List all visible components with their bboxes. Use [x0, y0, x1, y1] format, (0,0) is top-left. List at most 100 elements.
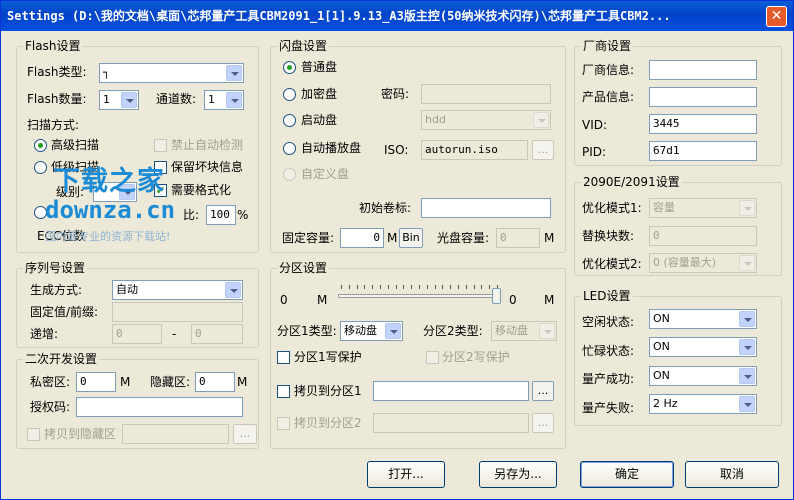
partition1-wp-checkbox[interactable] — [277, 351, 290, 364]
serial-inc-from-input[interactable]: 0 — [112, 324, 162, 344]
private-area-input[interactable]: 0 — [76, 372, 116, 392]
fixed-capacity-input[interactable]: 0 — [340, 228, 384, 248]
partition1-type-label: 分区1类型: — [277, 324, 337, 338]
replace-blocks-input[interactable]: 0 — [649, 226, 757, 246]
opt-mode1-select[interactable]: 容量 — [649, 198, 757, 218]
serial-inc-label: 递增: — [30, 327, 59, 341]
encrypted-disk-label: 加密盘 — [301, 87, 338, 101]
copy-partition2-browse-button[interactable]: ... — [532, 413, 554, 433]
pid-input[interactable]: 67d1 — [649, 141, 757, 161]
led-fail-value: 2 Hz — [653, 397, 678, 410]
chevron-down-icon — [739, 200, 755, 216]
led-fail-select[interactable]: 2 Hz — [649, 394, 757, 414]
partition2-wp-checkbox[interactable] — [426, 351, 439, 364]
chevron-down-icon — [533, 112, 549, 128]
serial-gen-label: 生成方式: — [30, 283, 83, 297]
product-info-input[interactable] — [649, 87, 757, 107]
keep-bad-block-label: 保留坏块信息 — [171, 160, 244, 174]
boot-type-select[interactable]: hdd — [421, 110, 551, 130]
partition-left-unit: M — [317, 293, 328, 307]
partition2-type-select[interactable]: 移动盘 — [491, 321, 557, 341]
private-area-unit: M — [120, 375, 131, 389]
copy-partition1-checkbox[interactable] — [277, 385, 290, 398]
iso-browse-button[interactable]: ... — [532, 140, 554, 160]
chevron-down-icon — [739, 339, 755, 355]
encrypted-disk-radio[interactable] — [283, 88, 296, 101]
copy-partition2-path-input[interactable] — [373, 413, 529, 433]
led-success-select[interactable]: ON — [649, 366, 757, 386]
cd-capacity-unit: M — [544, 231, 555, 245]
partition-slider-track[interactable] — [338, 294, 498, 298]
cd-capacity-label: 光盘容量: — [437, 231, 490, 245]
chevron-down-icon — [385, 323, 401, 339]
boot-disk-label: 启动盘 — [301, 113, 338, 127]
iso-label: ISO: — [384, 143, 409, 157]
cd-capacity-input[interactable]: 0 — [496, 228, 540, 248]
udisk-group-title: 闪盘设置 — [277, 39, 330, 53]
serial-fixed-label: 固定值/前缀: — [30, 305, 99, 319]
chevron-down-icon — [739, 311, 755, 327]
scan-low-radio[interactable] — [34, 161, 47, 174]
volume-label-input[interactable] — [421, 198, 551, 218]
copy-hidden-checkbox[interactable] — [27, 428, 40, 441]
password-input[interactable] — [421, 84, 551, 104]
slider-tick — [380, 285, 381, 289]
need-format-label: 需要格式化 — [171, 183, 232, 197]
led-busy-select[interactable]: ON — [649, 337, 757, 357]
boot-disk-radio[interactable] — [283, 114, 296, 127]
slider-tick — [442, 285, 444, 289]
save-as-button[interactable]: 另存为... — [479, 461, 557, 488]
channel-count-value: 1 — [208, 93, 215, 106]
slider-tick — [426, 285, 428, 289]
copy-hidden-path-input[interactable] — [122, 424, 229, 444]
slider-tick — [434, 285, 436, 289]
disable-auto-detect-checkbox[interactable] — [154, 139, 167, 152]
partition1-type-select[interactable]: 移动盘 — [340, 321, 403, 341]
opt-mode1-label: 优化模式1: — [582, 201, 642, 215]
led-busy-value: ON — [653, 340, 670, 353]
copy-partition2-checkbox[interactable] — [277, 417, 290, 430]
cancel-button[interactable]: 取消 — [685, 461, 779, 488]
flash-count-label: Flash数量: — [27, 92, 87, 106]
opt-2090-group-title: 2090E/2091设置 — [581, 175, 682, 189]
vendor-info-label: 厂商信息: — [582, 63, 635, 77]
partition-right-value: 0 — [509, 293, 517, 307]
serial-inc-to-input[interactable]: 0 — [191, 324, 243, 344]
hidden-area-input[interactable]: 0 — [195, 372, 235, 392]
watermark-logo-text: 下载之家 — [53, 166, 165, 197]
slider-tick — [450, 285, 452, 289]
vid-input[interactable]: 3445 — [649, 114, 757, 134]
iso-path-input[interactable]: autorun.iso — [421, 140, 528, 160]
copy-partition1-browse-button[interactable]: ... — [532, 381, 554, 401]
channel-count-label: 通道数: — [156, 92, 197, 106]
serial-fixed-input[interactable] — [112, 302, 243, 322]
autoplay-disk-radio[interactable] — [283, 142, 296, 155]
bin-button[interactable]: Bin — [399, 228, 423, 248]
normal-disk-radio[interactable] — [283, 61, 296, 74]
close-button[interactable]: ✕ — [766, 6, 787, 27]
ratio-input[interactable]: 100 — [206, 205, 236, 225]
vendor-info-input[interactable] — [649, 60, 757, 80]
hidden-area-unit: M — [237, 375, 248, 389]
custom-disk-radio[interactable] — [283, 168, 296, 181]
copy-partition1-path-input[interactable] — [373, 381, 529, 401]
copy-hidden-browse-button[interactable]: ... — [233, 424, 257, 444]
open-button[interactable]: 打开... — [367, 461, 445, 488]
flash-count-select[interactable]: 1 — [99, 90, 139, 110]
ok-button[interactable]: 确定 — [580, 461, 674, 488]
opt-mode2-select[interactable]: 0 (容量最大) — [649, 253, 757, 273]
partition-slider-thumb[interactable] — [492, 288, 501, 304]
volume-label-label: 初始卷标: — [359, 201, 412, 215]
channel-count-select[interactable]: 1 — [204, 90, 244, 110]
auth-code-input[interactable] — [76, 397, 243, 417]
partition-group-title: 分区设置 — [277, 261, 330, 275]
scan-mode-label: 扫描方式: — [27, 118, 80, 132]
led-idle-select[interactable]: ON — [649, 309, 757, 329]
watermark-domain: downza.cn — [45, 196, 176, 224]
flash-type-select[interactable]: ┐ — [99, 63, 244, 83]
slider-tick — [419, 285, 420, 289]
led-group-title: LED设置 — [581, 289, 633, 303]
serial-gen-select[interactable]: 自动 — [112, 280, 243, 300]
flash-group-title: Flash设置 — [23, 39, 83, 53]
scan-advanced-radio[interactable] — [34, 139, 47, 152]
